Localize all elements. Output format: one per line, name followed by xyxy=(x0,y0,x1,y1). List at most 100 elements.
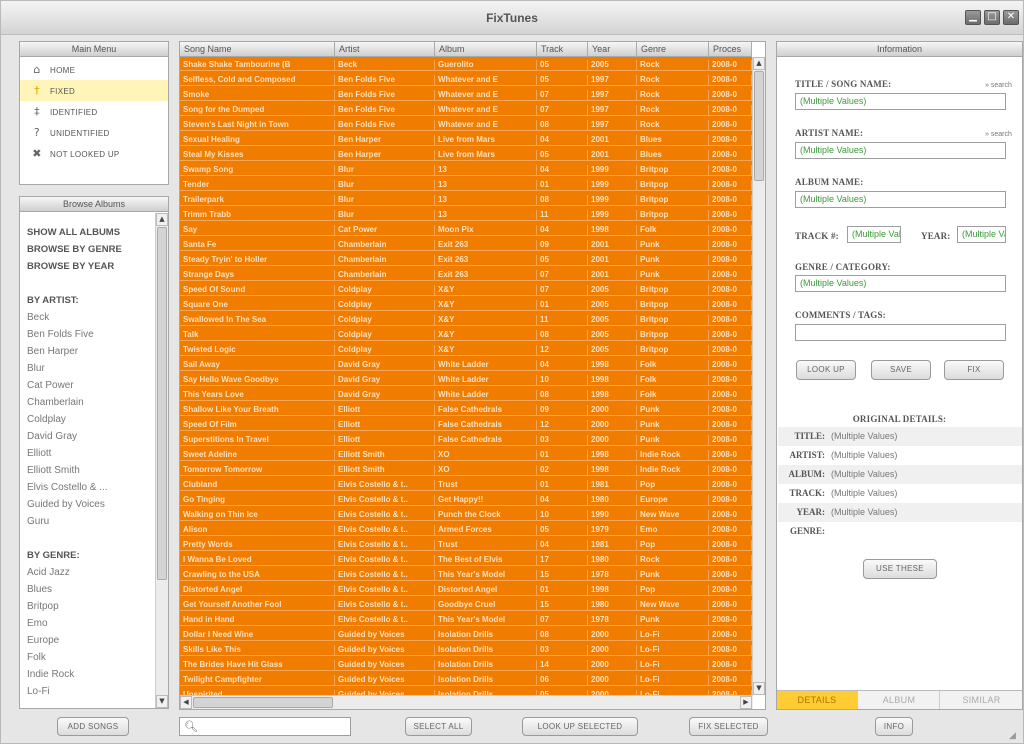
table-row[interactable]: The Brides Have Hit Glass Guided by Voice… xyxy=(180,660,752,671)
browse-scroll-thumb[interactable] xyxy=(157,227,167,580)
table-row[interactable]: Get Yourself Another Fool Elvis Costello … xyxy=(180,600,752,611)
search-input[interactable] xyxy=(198,719,346,734)
close-icon[interactable]: ✕ xyxy=(1003,10,1019,25)
menu-item-not-looked-up[interactable]: ✖ NOT LOOKED UP xyxy=(20,143,168,164)
table-row[interactable]: Shake Shake Tambourine (B Beck Guerolito 05… xyxy=(180,60,752,71)
browse-item[interactable]: Cat Power xyxy=(20,377,155,394)
menu-item-unidentified[interactable]: ? UNIDENTIFIED xyxy=(20,122,168,143)
table-row[interactable]: Alison Elvis Costello & t.. Armed Forces 05… xyxy=(180,525,752,536)
browse-item[interactable]: Europe xyxy=(20,632,155,649)
album-field[interactable]: (Multiple Values) xyxy=(795,191,1006,208)
browse-item[interactable]: Lo-Fi xyxy=(20,683,155,700)
fix-selected-button[interactable]: FIX SELECTED xyxy=(689,717,768,736)
artist-search-link[interactable]: » search xyxy=(985,131,1012,138)
table-row[interactable]: Tender Blur 13 01 1999 Britpop 2008-0 xyxy=(180,180,752,191)
table-row[interactable]: Trailerpark Blur 13 08 1999 Britpop 2008-0 xyxy=(180,195,752,206)
table-row[interactable]: Steal My Kisses Ben Harper Live from Mars 0… xyxy=(180,150,752,161)
table-row[interactable]: Song for the Dumped Ben Folds Five Whateve… xyxy=(180,105,752,116)
table-row[interactable]: Sweet Adeline Elliott Smith XO 01 1998 Indie … xyxy=(180,450,752,461)
browse-item[interactable]: Ben Harper xyxy=(20,343,155,360)
table-row[interactable]: Skills Like This Guided by Voices Isolatio… xyxy=(180,645,752,656)
maximize-icon[interactable]: □ xyxy=(984,10,1000,25)
select-all-button[interactable]: SELECT ALL xyxy=(405,717,472,736)
look-up-button[interactable]: LOOK UP xyxy=(796,360,856,380)
table-row[interactable]: This Years Love David Gray White Ladder 08 1… xyxy=(180,390,752,401)
scroll-down-icon[interactable]: ▼ xyxy=(156,695,168,708)
browse-heading[interactable]: BROWSE BY GENRE xyxy=(20,241,155,258)
table-row[interactable]: Hand in Hand Elvis Costello & t.. This Yea… xyxy=(180,615,752,626)
table-row[interactable]: Distorted Angel Elvis Costello & t.. Disto… xyxy=(180,585,752,596)
browse-item[interactable]: Emo xyxy=(20,615,155,632)
column-header-album[interactable]: Album xyxy=(435,42,537,57)
table-row[interactable]: Swamp Song Blur 13 04 1999 Britpop 2008-0 xyxy=(180,165,752,176)
browse-item[interactable]: David Gray xyxy=(20,428,155,445)
table-row[interactable]: Sail Away David Gray White Ladder 04 1998 Fol… xyxy=(180,360,752,371)
table-row[interactable]: Speed Of Film Elliott False Cathedrals 12 20… xyxy=(180,420,752,431)
genre-field[interactable]: (Multiple Values) xyxy=(795,275,1006,292)
browse-item[interactable]: Guru xyxy=(20,513,155,530)
minimize-icon[interactable]: ▁ xyxy=(965,10,981,25)
table-row[interactable]: Steady Tryin' to Holler Chamberlain Exit 2… xyxy=(180,255,752,266)
table-row[interactable]: Crawling to the USA Elvis Costello & t.. T… xyxy=(180,570,752,581)
column-header-track[interactable]: Track xyxy=(537,42,588,57)
fix-button[interactable]: FIX xyxy=(944,360,1004,380)
year-field[interactable]: (Multiple Values) xyxy=(957,226,1006,243)
table-row[interactable]: Say Cat Power Moon Pix 04 1998 Folk 2008-0 xyxy=(180,225,752,236)
table-row[interactable]: Clubland Elvis Costello & t.. Trust 01 1981 P… xyxy=(180,480,752,491)
table-row[interactable]: Smoke Ben Folds Five Whatever and E 07 1997 R… xyxy=(180,90,752,101)
table-row[interactable]: Twisted Logic Coldplay X&Y 12 2005 Britpop 200… xyxy=(180,345,752,356)
look-up-selected-button[interactable]: LOOK UP SELECTED xyxy=(522,717,638,736)
menu-item-home[interactable]: ⌂ HOME xyxy=(20,59,168,80)
column-header-song-name[interactable]: Song Name xyxy=(180,42,335,57)
browse-heading[interactable]: SHOW ALL ALBUMS xyxy=(20,224,155,241)
browse-item[interactable]: Beck xyxy=(20,309,155,326)
browse-heading[interactable]: BY GENRE: xyxy=(20,547,155,564)
scroll-up-icon[interactable]: ▲ xyxy=(156,213,168,226)
browse-item[interactable]: Blues xyxy=(20,581,155,598)
scroll-right-icon[interactable]: ▶ xyxy=(740,696,752,709)
scroll-down-icon[interactable]: ▼ xyxy=(753,682,765,695)
browse-item[interactable]: Ben Folds Five xyxy=(20,326,155,343)
artist-field[interactable]: (Multiple Values) xyxy=(795,142,1006,159)
scroll-up-icon[interactable]: ▲ xyxy=(753,57,765,70)
column-header-genre[interactable]: Genre xyxy=(637,42,709,57)
title-field[interactable]: (Multiple Values) xyxy=(795,93,1006,110)
browse-item[interactable]: Acid Jazz xyxy=(20,564,155,581)
column-header-proces[interactable]: Proces xyxy=(709,42,752,57)
menu-item-identified[interactable]: ‡ IDENTIFIED xyxy=(20,101,168,122)
table-row[interactable]: Steven's Last Night in Town Ben Folds Fiv… xyxy=(180,120,752,131)
browse-item[interactable]: Britpop xyxy=(20,598,155,615)
browse-item[interactable]: Folk xyxy=(20,649,155,666)
title-search-link[interactable]: » search xyxy=(985,82,1012,89)
table-row[interactable]: Strange Days Chamberlain Exit 263 07 2001 Pun… xyxy=(180,270,752,281)
tab-similar[interactable]: SIMILAR xyxy=(941,691,1022,709)
search-box[interactable]: 🔍︎ xyxy=(179,717,351,736)
table-row[interactable]: Walking on Thin Ice Elvis Costello & t.. P… xyxy=(180,510,752,521)
column-header-year[interactable]: Year xyxy=(588,42,637,57)
track-field[interactable]: (Multiple Values) xyxy=(847,226,901,243)
table-row[interactable]: Trimm Trabb Blur 13 11 1999 Britpop 2008-0 xyxy=(180,210,752,221)
browse-item[interactable]: Guided by Voices xyxy=(20,496,155,513)
table-row[interactable]: Twilight Campfighter Guided by Voices Isol… xyxy=(180,675,752,686)
table-row[interactable]: Speed Of Sound Coldplay X&Y 07 2005 Britpop 20… xyxy=(180,285,752,296)
table-row[interactable]: Square One Coldplay X&Y 01 2005 Britpop 2008-0 xyxy=(180,300,752,311)
add-songs-button[interactable]: ADD SONGS xyxy=(57,717,129,736)
browse-item[interactable]: Indie Rock xyxy=(20,666,155,683)
table-row[interactable]: Go Tinging Elvis Costello & t.. Get Happy!… xyxy=(180,495,752,506)
browse-scrollbar[interactable]: ▲ ▼ xyxy=(155,213,168,708)
tab-album[interactable]: ALBUM xyxy=(859,691,940,709)
comments-field[interactable] xyxy=(795,324,1006,341)
table-row[interactable]: Tomorrow Tomorrow Elliott Smith XO 02 1998 In… xyxy=(180,465,752,476)
grid-body[interactable]: Shake Shake Tambourine (B Beck Guerolito 05… xyxy=(180,57,752,709)
browse-item[interactable]: Elliott xyxy=(20,445,155,462)
table-row[interactable]: Say Hello Wave Goodbye David Gray White La… xyxy=(180,375,752,386)
table-row[interactable]: I Wanna Be Loved Elvis Costello & t.. The … xyxy=(180,555,752,566)
browse-item[interactable]: Elliott Smith xyxy=(20,462,155,479)
browse-item[interactable]: Blur xyxy=(20,360,155,377)
menu-item-fixed[interactable]: † FIXED xyxy=(20,80,168,101)
title-bar[interactable]: FixTunes ▁ □ ✕ xyxy=(1,1,1023,35)
browse-item[interactable]: Chamberlain xyxy=(20,394,155,411)
grid-scroll-thumb[interactable] xyxy=(754,71,764,181)
table-row[interactable]: Swallowed In The Sea Coldplay X&Y 11 2005 Bri… xyxy=(180,315,752,326)
grid-vertical-scrollbar[interactable]: ▲ ▼ xyxy=(752,57,765,695)
